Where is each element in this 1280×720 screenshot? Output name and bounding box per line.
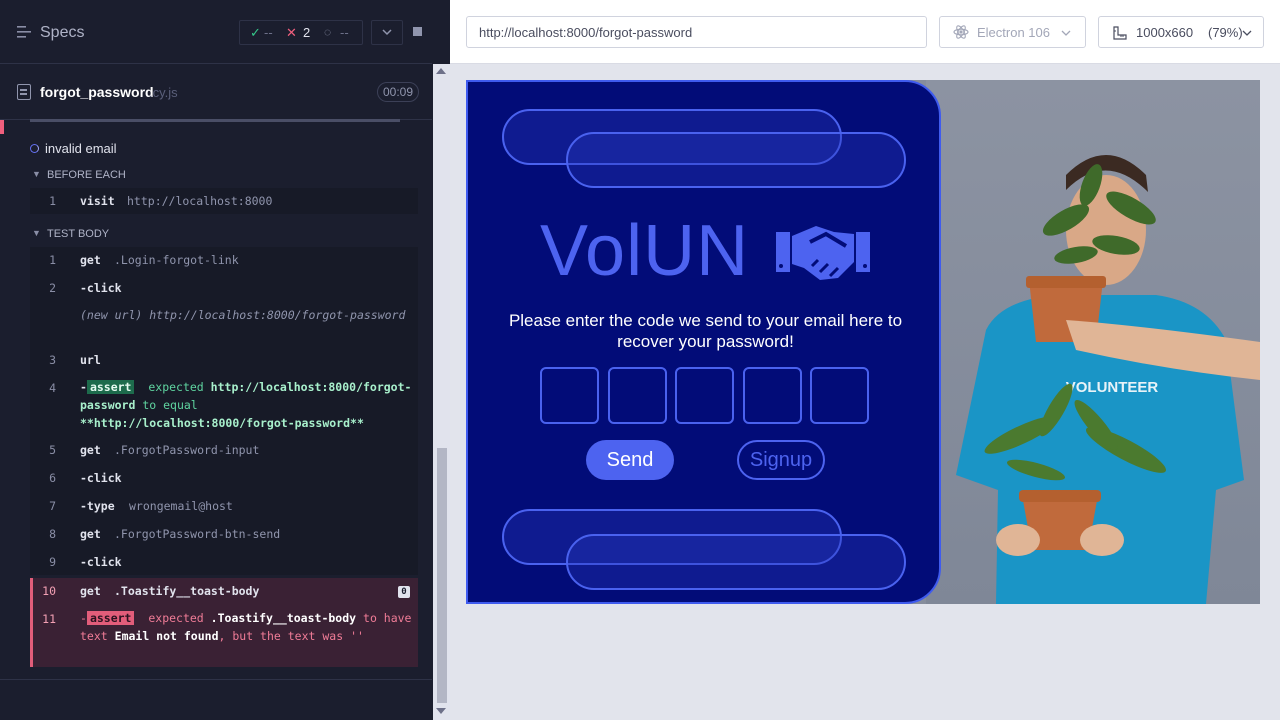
chevron-down-icon: [1061, 30, 1071, 36]
app-preview: http://localhost:8000/forgot-password El…: [450, 0, 1280, 720]
spec-file-name: forgot_password: [40, 84, 154, 100]
code-input-1[interactable]: [540, 367, 599, 424]
failed-commands: 10 get .Toastify__toast-body 11 - assert …: [30, 578, 418, 667]
code-input-2[interactable]: [608, 367, 667, 424]
collapse-button[interactable]: [371, 20, 403, 45]
scroll-indicator: [30, 119, 400, 122]
chevron-down-icon: [382, 29, 392, 36]
test-body-block: 1 get .Login-forgot-link 2 -click (new u…: [30, 247, 418, 575]
failure-marker: [0, 120, 4, 134]
preview-toolbar: http://localhost:8000/forgot-password El…: [450, 0, 1280, 64]
volunteer-photo: VOLUNTEER: [926, 80, 1260, 604]
test-title[interactable]: invalid email: [45, 141, 117, 156]
viewport-selector[interactable]: 1000x660 (79%): [1098, 16, 1264, 48]
handshake-icon: [776, 226, 870, 280]
app-logo: VolUN: [540, 211, 750, 291]
decor-pill: [566, 132, 906, 188]
specs-label[interactable]: Specs: [40, 24, 84, 42]
chevron-down-icon: [1242, 30, 1252, 36]
scrollbar-thumb[interactable]: [437, 448, 447, 703]
assert-badge: assert: [86, 380, 135, 394]
new-url-event: (new url) http://localhost:8000/forgot-p…: [80, 308, 406, 322]
test-body-heading[interactable]: TEST BODY: [47, 228, 109, 240]
failed-x-icon: ✕: [286, 25, 297, 40]
electron-icon: [953, 25, 969, 39]
failed-count: 2: [303, 25, 311, 40]
passed-check-icon: ✓: [250, 25, 261, 40]
code-input-3[interactable]: [675, 367, 734, 424]
decor-pill: [566, 534, 906, 590]
scroll-down-icon[interactable]: [436, 708, 446, 714]
shirt-text: VOLUNTEER: [1066, 379, 1159, 396]
stop-button[interactable]: [403, 20, 433, 45]
browser-selector[interactable]: Electron 106: [939, 16, 1086, 48]
pending-icon: ◌: [324, 25, 332, 39]
spec-file-ext: .cy.js: [149, 85, 178, 100]
assert-badge: assert: [86, 611, 135, 625]
pending-count: --: [340, 25, 349, 40]
spec-file-header: forgot_password .cy.js 00:09: [0, 64, 432, 120]
scroll-up-icon[interactable]: [436, 68, 446, 74]
stop-icon: [413, 27, 422, 36]
specs-header: Specs ✓ -- ✕ 2 ◌ --: [0, 0, 432, 64]
browser-name: Electron 106: [977, 25, 1050, 40]
viewport-size: 1000x660: [1136, 25, 1194, 40]
test-stats: ✓ -- ✕ 2 ◌ --: [239, 20, 363, 45]
forgot-password-card: VolUN Please enter the code we send to y…: [466, 80, 941, 604]
element-count-badge: 0: [398, 586, 410, 598]
run-duration: 00:09: [377, 82, 420, 102]
divider: [0, 679, 432, 680]
before-each-heading[interactable]: BEFORE EACH: [47, 169, 126, 181]
passed-count: --: [264, 25, 273, 40]
chevron-down-icon[interactable]: ▼: [32, 228, 41, 238]
url-bar[interactable]: http://localhost:8000/forgot-password: [466, 16, 927, 48]
volunteer-illustration: VOLUNTEER: [956, 155, 1260, 604]
ruler-icon: [1113, 26, 1127, 40]
viewport-scale: (79%): [1208, 25, 1243, 40]
code-input-4[interactable]: [743, 367, 802, 424]
instructions-text: Please enter the code we send to your em…: [508, 311, 903, 351]
specs-list-icon[interactable]: [17, 25, 33, 39]
app-under-test: VOLUNTEER VolUN Please enter the code we…: [466, 80, 1260, 604]
code-input-5[interactable]: [810, 367, 869, 424]
send-button[interactable]: Send: [586, 440, 674, 480]
running-spinner-icon: [30, 144, 39, 153]
chevron-down-icon[interactable]: ▼: [32, 169, 41, 179]
document-icon: [17, 84, 31, 100]
cypress-runner-panel: Specs ✓ -- ✕ 2 ◌ -- forgot_password .cy.…: [0, 0, 450, 720]
before-each-block: 1 visit http://localhost:8000: [30, 188, 418, 214]
signup-button[interactable]: Signup: [737, 440, 825, 480]
